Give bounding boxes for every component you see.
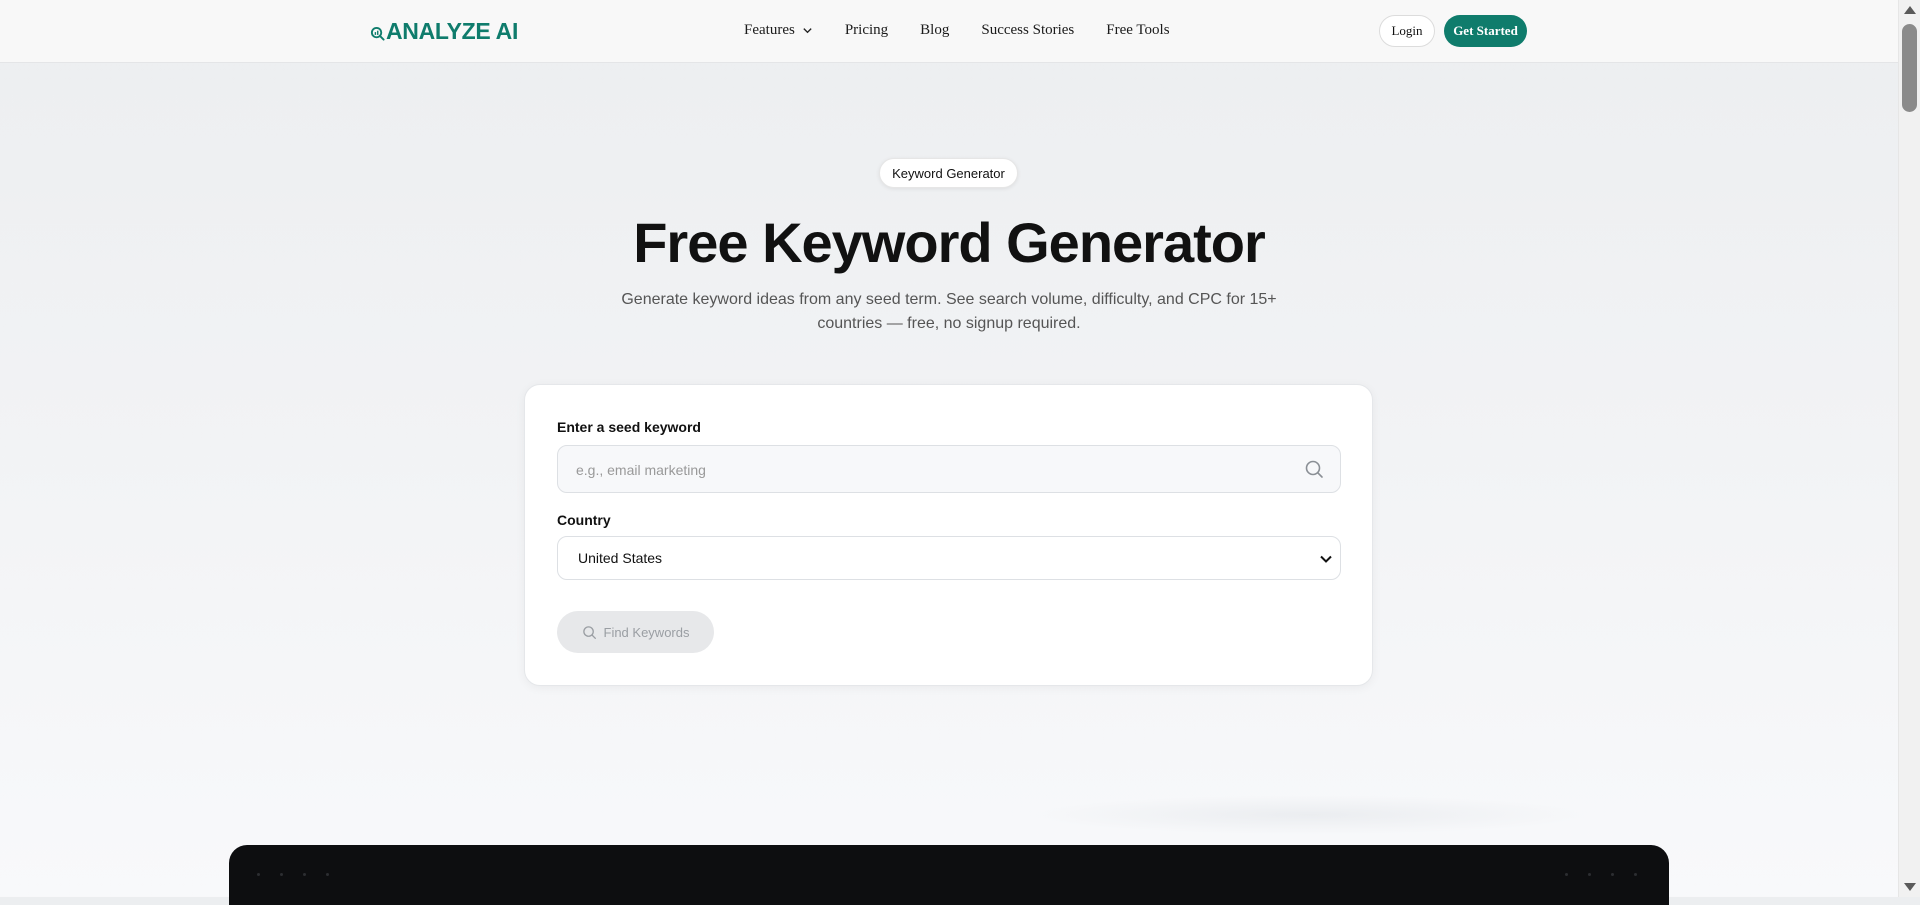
search-icon (582, 625, 596, 639)
decorative-glow (1030, 795, 1590, 835)
chevron-down-icon (803, 28, 812, 34)
page-title: Free Keyword Generator (633, 211, 1266, 274)
login-button[interactable]: Login (1379, 15, 1435, 47)
country-label: Country (557, 512, 611, 528)
decorative-dots-right (1565, 873, 1657, 876)
brand-logo[interactable]: ANALYZE AI (370, 18, 518, 45)
brand-name: ANALYZE AI (386, 18, 519, 44)
chevron-down-icon (1320, 555, 1332, 563)
nav-item-success-stories[interactable]: Success Stories (981, 22, 1074, 39)
scroll-down-arrow-icon[interactable] (1904, 883, 1916, 891)
magnifier-chart-icon (370, 26, 385, 41)
search-icon[interactable] (1304, 459, 1324, 479)
page-subtitle: Generate keyword ideas from any seed ter… (621, 291, 1277, 332)
nav-item-free-tools[interactable]: Free Tools (1106, 22, 1169, 39)
nav-item-blog[interactable]: Blog (920, 22, 949, 39)
main-nav: Features Pricing Blog Success Stories Fr… (744, 22, 1202, 39)
dark-preview-panel (229, 845, 1669, 905)
country-selected-value: United States (578, 550, 663, 566)
nav-item-features[interactable]: Features (744, 22, 813, 39)
seed-keyword-label: Enter a seed keyword (557, 419, 701, 435)
seed-keyword-input[interactable] (574, 446, 1278, 494)
page-scrollbar[interactable] (1898, 0, 1920, 897)
decorative-dots-left (257, 873, 349, 876)
nav-item-pricing[interactable]: Pricing (845, 22, 888, 39)
country-select[interactable]: United States (557, 536, 1341, 580)
keyword-form-card: Enter a seed keyword Country United Stat… (524, 384, 1373, 686)
scroll-up-arrow-icon[interactable] (1904, 6, 1916, 14)
scroll-thumb[interactable] (1902, 24, 1917, 112)
get-started-button[interactable]: Get Started (1444, 15, 1527, 47)
seed-keyword-field (557, 445, 1341, 494)
find-keywords-label: Find Keywords (603, 624, 690, 640)
tool-badge: Keyword Generator (879, 158, 1018, 188)
nav-item-label: Features (744, 22, 795, 38)
top-navbar: ANALYZE AI Features Pricing Blog Success… (0, 0, 1898, 63)
find-keywords-button[interactable]: Find Keywords (557, 611, 714, 653)
